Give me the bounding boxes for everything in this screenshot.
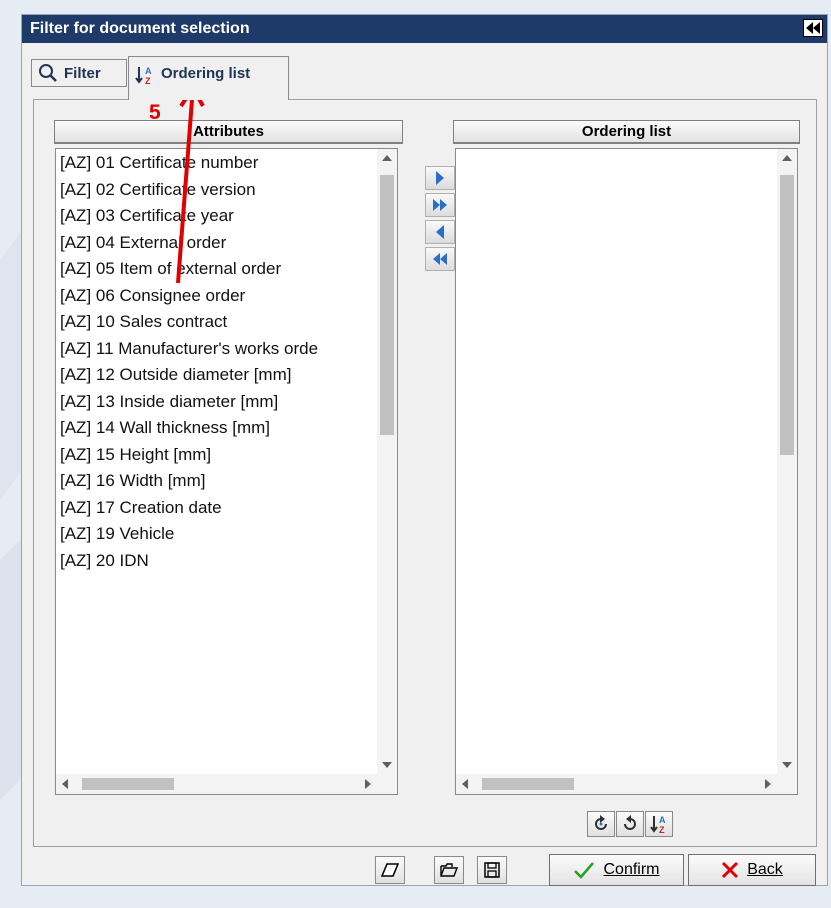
close-x-icon bbox=[722, 861, 739, 879]
attribute-list-item[interactable]: [AZ] 04 External order bbox=[60, 230, 375, 257]
rotate-right-icon bbox=[595, 815, 607, 830]
clear-button[interactable] bbox=[375, 856, 405, 884]
attributes-horizontal-scrollbar[interactable] bbox=[56, 774, 377, 794]
move-all-right-button[interactable] bbox=[425, 193, 455, 217]
save-icon bbox=[484, 862, 500, 878]
ordering-panel: Attributes [AZ] 01 Certificate number [AZ… bbox=[33, 99, 817, 847]
scroll-left-icon[interactable] bbox=[62, 779, 68, 789]
scroll-right-icon[interactable] bbox=[365, 779, 371, 789]
filter-dialog: Filter for document selection Filter A Z… bbox=[21, 14, 828, 886]
attribute-list-item[interactable]: [AZ] 17 Creation date bbox=[60, 495, 375, 522]
svg-text:Z: Z bbox=[659, 825, 665, 834]
rotate-right-button[interactable] bbox=[587, 811, 615, 837]
rotate-left-button[interactable] bbox=[616, 811, 644, 837]
dialog-title: Filter for document selection bbox=[30, 20, 250, 37]
move-left-button[interactable] bbox=[425, 220, 455, 244]
eraser-icon bbox=[381, 863, 399, 877]
ordering-list-header: Ordering list bbox=[453, 120, 800, 144]
attribute-list-item[interactable]: [AZ] 03 Certificate year bbox=[60, 203, 375, 230]
attribute-list-item[interactable]: [AZ] 02 Certificate version bbox=[60, 177, 375, 204]
attribute-list-item[interactable]: [AZ] 06 Consignee order bbox=[60, 283, 375, 310]
attribute-list-item[interactable]: [AZ] 20 IDN bbox=[60, 548, 375, 575]
attribute-list-item[interactable]: [AZ] 15 Height [mm] bbox=[60, 442, 375, 469]
attribute-list-item[interactable]: [AZ] 10 Sales contract bbox=[60, 309, 375, 336]
confirm-button[interactable]: Confirm bbox=[549, 854, 684, 886]
ordering-vertical-scrollbar[interactable] bbox=[777, 149, 797, 774]
tab-ordering-list[interactable]: A Z Ordering list bbox=[128, 56, 289, 100]
move-right-button[interactable] bbox=[425, 166, 455, 190]
open-folder-icon bbox=[440, 863, 458, 877]
back-label: Back bbox=[747, 861, 783, 878]
scroll-down-icon[interactable] bbox=[782, 762, 792, 768]
svg-text:A: A bbox=[659, 815, 666, 825]
move-all-left-button[interactable] bbox=[425, 247, 455, 271]
tab-filter[interactable]: Filter bbox=[31, 59, 127, 87]
sort-button[interactable]: A Z bbox=[645, 811, 673, 837]
back-button[interactable]: Back bbox=[688, 854, 816, 886]
scroll-thumb[interactable] bbox=[780, 175, 794, 455]
sort-az-icon: A Z bbox=[135, 65, 155, 85]
scroll-thumb[interactable] bbox=[380, 175, 394, 435]
tab-filter-label: Filter bbox=[64, 64, 101, 82]
attribute-list-item[interactable]: [AZ] 19 Vehicle bbox=[60, 521, 375, 548]
attribute-list-item[interactable]: [AZ] 14 Wall thickness [mm] bbox=[60, 415, 375, 442]
confirm-label: Confirm bbox=[603, 861, 660, 878]
attribute-list-item[interactable]: [AZ] 05 Item of external order bbox=[60, 256, 375, 283]
svg-text:Z: Z bbox=[145, 76, 151, 85]
scroll-up-icon[interactable] bbox=[382, 155, 392, 161]
checkmark-icon bbox=[574, 862, 595, 879]
move-all-right-icon bbox=[433, 199, 447, 211]
rotate-left-icon bbox=[624, 815, 636, 830]
svg-text:A: A bbox=[145, 66, 152, 76]
scroll-up-icon[interactable] bbox=[782, 155, 792, 161]
double-arrow-left-icon bbox=[806, 22, 820, 34]
sort-az-icon: A Z bbox=[650, 815, 666, 834]
tab-ordering-list-label: Ordering list bbox=[161, 65, 251, 82]
move-right-icon bbox=[436, 171, 444, 185]
scroll-right-icon[interactable] bbox=[765, 779, 771, 789]
move-left-icon bbox=[436, 225, 444, 239]
attribute-list-item[interactable]: [AZ] 12 Outside diameter [mm] bbox=[60, 362, 375, 389]
scroll-left-icon[interactable] bbox=[462, 779, 468, 789]
title-bar: Filter for document selection bbox=[22, 15, 827, 43]
search-icon bbox=[38, 63, 58, 83]
attribute-list-item[interactable]: [AZ] 13 Inside diameter [mm] bbox=[60, 389, 375, 416]
collapse-button[interactable] bbox=[803, 19, 823, 37]
attributes-header: Attributes bbox=[54, 120, 403, 144]
attribute-list-item[interactable]: [AZ] 16 Width [mm] bbox=[60, 468, 375, 495]
attribute-list-item[interactable]: [AZ] 11 Manufacturer's works orde bbox=[60, 336, 375, 363]
ordering-list[interactable] bbox=[455, 148, 798, 795]
scroll-thumb[interactable] bbox=[482, 778, 574, 790]
move-all-left-icon bbox=[433, 253, 447, 265]
attributes-list[interactable]: [AZ] 01 Certificate number [AZ] 02 Certif… bbox=[55, 148, 398, 795]
attribute-list-item[interactable]: [AZ] 01 Certificate number bbox=[60, 150, 375, 177]
open-button[interactable] bbox=[434, 856, 464, 884]
scroll-down-icon[interactable] bbox=[382, 762, 392, 768]
attributes-vertical-scrollbar[interactable] bbox=[377, 149, 397, 774]
scroll-thumb[interactable] bbox=[82, 778, 174, 790]
ordering-horizontal-scrollbar[interactable] bbox=[456, 774, 777, 794]
save-button[interactable] bbox=[477, 856, 507, 884]
